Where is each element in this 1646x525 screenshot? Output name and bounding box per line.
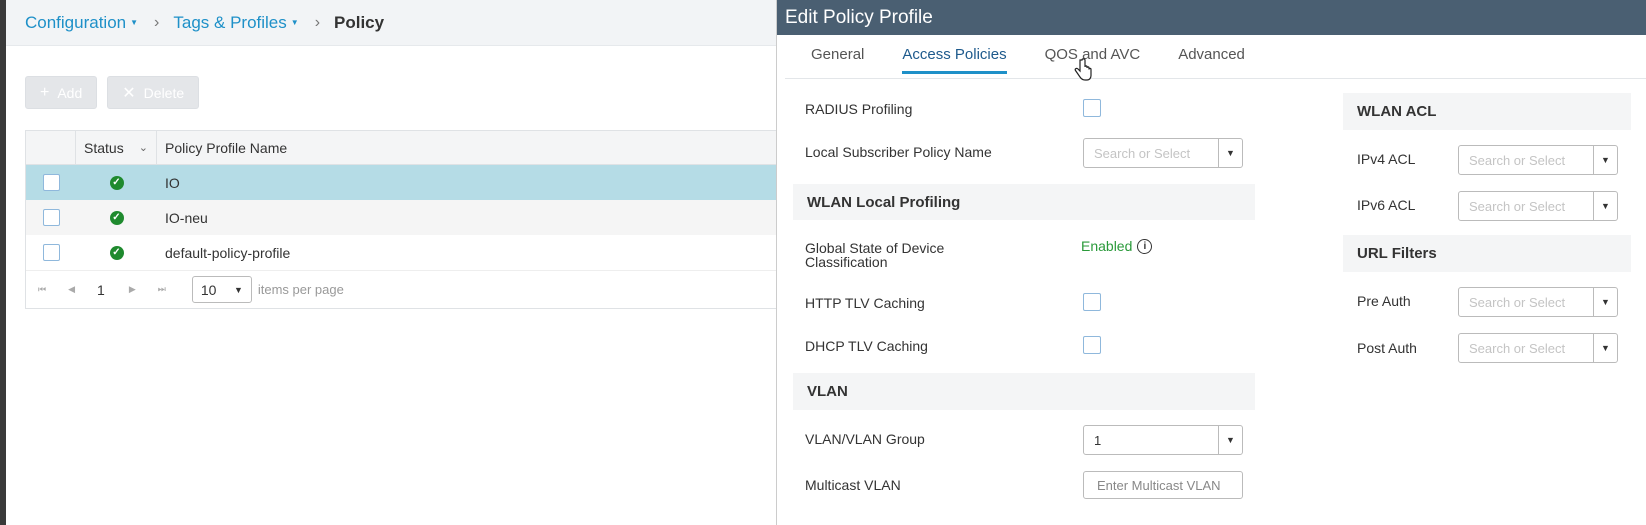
post-auth-placeholder: Search or Select bbox=[1469, 340, 1566, 356]
table-row[interactable]: ✓ IO bbox=[26, 165, 776, 200]
radius-profiling-label: RADIUS Profiling bbox=[805, 101, 913, 117]
status-column-header[interactable]: Status ⌄ bbox=[76, 131, 157, 164]
ipv6-acl-label: IPv6 ACL bbox=[1357, 197, 1416, 213]
global-state-value: Enabled i bbox=[1081, 238, 1153, 254]
next-page-icon[interactable]: ▶ bbox=[129, 284, 136, 295]
panel-title: Edit Policy Profile bbox=[777, 0, 1646, 35]
last-page-icon[interactable]: ⏭ bbox=[158, 284, 166, 295]
plus-icon: + bbox=[40, 83, 50, 101]
page-size-select[interactable]: 10 ▼ bbox=[191, 276, 252, 303]
breadcrumb-configuration[interactable]: Configuration ▼ bbox=[25, 13, 138, 33]
hand-cursor-icon bbox=[1074, 58, 1092, 81]
ipv6-acl-placeholder: Search or Select bbox=[1469, 198, 1566, 214]
toolbar: + Add ✕ Delete bbox=[25, 76, 200, 109]
row-name: IO-neu bbox=[165, 209, 208, 226]
check-circle-icon: ✓ bbox=[109, 210, 124, 225]
breadcrumb-tags-profiles[interactable]: Tags & Profiles ▼ bbox=[173, 13, 298, 33]
page-size-value: 10 bbox=[200, 281, 217, 298]
first-page-icon[interactable]: ⏮ bbox=[38, 284, 46, 295]
local-subscriber-select[interactable]: Search or Select ▼ bbox=[1083, 138, 1243, 168]
caret-down-icon: ▼ bbox=[1218, 139, 1242, 167]
post-auth-select[interactable]: Search or Select ▼ bbox=[1458, 333, 1618, 363]
caret-down-icon: ▼ bbox=[1593, 288, 1617, 316]
ipv4-acl-placeholder: Search or Select bbox=[1469, 152, 1566, 168]
breadcrumb-current: Policy bbox=[334, 12, 385, 32]
name-column-header[interactable]: Policy Profile Name bbox=[157, 140, 287, 156]
pre-auth-select[interactable]: Search or Select ▼ bbox=[1458, 287, 1618, 317]
ipv4-acl-label: IPv4 ACL bbox=[1357, 151, 1416, 167]
http-tlv-checkbox[interactable] bbox=[1083, 293, 1101, 311]
wlan-acl-section: WLAN ACL bbox=[1343, 93, 1631, 130]
caret-down-icon: ▼ bbox=[1593, 192, 1617, 220]
add-button[interactable]: + Add bbox=[25, 76, 98, 109]
ipv6-acl-select[interactable]: Search or Select ▼ bbox=[1458, 191, 1618, 221]
local-subscriber-label: Local Subscriber Policy Name bbox=[805, 144, 992, 160]
caret-down-icon: ▼ bbox=[1593, 146, 1617, 174]
breadcrumb: Configuration ▼ › Tags & Profiles ▼ › Poli… bbox=[6, 0, 776, 46]
pre-auth-label: Pre Auth bbox=[1357, 293, 1411, 309]
tab-qos-avc[interactable]: QOS and AVC bbox=[1045, 46, 1141, 74]
global-state-label: Global State of Device Classification bbox=[805, 240, 945, 270]
row-checkbox[interactable] bbox=[42, 174, 60, 191]
tab-bar: General Access Policies QOS and AVC Adva… bbox=[811, 46, 1283, 74]
caret-down-icon: ▼ bbox=[1593, 334, 1617, 362]
prev-page-icon[interactable]: ◀ bbox=[68, 284, 75, 295]
delete-label: Delete bbox=[143, 84, 185, 101]
global-state-text: Enabled bbox=[1081, 238, 1133, 254]
table-row[interactable]: ✓ IO-neu bbox=[26, 200, 776, 235]
row-name: IO bbox=[165, 174, 180, 191]
table-row[interactable]: ✓ default-policy-profile bbox=[26, 235, 776, 270]
delete-button[interactable]: ✕ Delete bbox=[107, 76, 200, 109]
row-name: default-policy-profile bbox=[165, 244, 291, 261]
tab-access-policies[interactable]: Access Policies bbox=[902, 46, 1007, 74]
breadcrumb-tags-profiles-label: Tags & Profiles bbox=[173, 12, 287, 32]
breadcrumb-configuration-label: Configuration bbox=[25, 12, 127, 32]
table-header: Status ⌄ Policy Profile Name bbox=[26, 131, 776, 165]
chevron-right-icon: › bbox=[314, 13, 321, 31]
policy-page: Configuration ▼ › Tags & Profiles ▼ › Poli… bbox=[6, 0, 777, 525]
pre-auth-placeholder: Search or Select bbox=[1469, 294, 1566, 310]
items-per-page-label: items per page bbox=[257, 282, 344, 297]
caret-down-icon: ▼ bbox=[1218, 426, 1242, 454]
check-circle-icon: ✓ bbox=[109, 175, 124, 190]
post-auth-label: Post Auth bbox=[1357, 340, 1417, 356]
status-header-label: Status bbox=[84, 139, 124, 156]
chevron-right-icon: › bbox=[154, 13, 160, 31]
tab-advanced[interactable]: Advanced bbox=[1178, 46, 1245, 74]
dhcp-tlv-checkbox[interactable] bbox=[1083, 336, 1101, 354]
dhcp-tlv-label: DHCP TLV Caching bbox=[805, 338, 928, 354]
check-circle-icon: ✓ bbox=[109, 245, 124, 260]
vlan-group-select[interactable]: 1 ▼ bbox=[1083, 425, 1243, 455]
policy-profile-table: Status ⌄ Policy Profile Name ✓ IO ✓ IO-ne… bbox=[25, 130, 777, 309]
close-icon: ✕ bbox=[122, 84, 136, 102]
url-filters-section: URL Filters bbox=[1343, 235, 1631, 272]
row-checkbox[interactable] bbox=[42, 209, 60, 226]
vlan-section: VLAN bbox=[793, 373, 1255, 410]
edit-policy-profile-panel: Edit Policy Profile General Access Polic… bbox=[776, 0, 1646, 525]
wlan-local-profiling-section: WLAN Local Profiling bbox=[793, 184, 1255, 220]
caret-down-icon: ▼ bbox=[130, 18, 139, 27]
tab-general[interactable]: General bbox=[811, 46, 864, 74]
add-label: Add bbox=[57, 84, 83, 101]
current-page: 1 bbox=[97, 281, 105, 298]
pagination: ⏮ ◀ 1 ▶ ⏭ 10 ▼ items per page bbox=[26, 270, 776, 308]
radius-profiling-checkbox[interactable] bbox=[1083, 99, 1101, 117]
multicast-vlan-input[interactable]: Enter Multicast VLAN bbox=[1083, 471, 1243, 499]
info-icon[interactable]: i bbox=[1137, 238, 1153, 254]
row-checkbox[interactable] bbox=[42, 244, 60, 261]
caret-down-icon: ▼ bbox=[233, 284, 243, 295]
chevron-down-icon[interactable]: ⌄ bbox=[139, 141, 148, 154]
ipv4-acl-select[interactable]: Search or Select ▼ bbox=[1458, 145, 1618, 175]
http-tlv-label: HTTP TLV Caching bbox=[805, 295, 925, 311]
multicast-vlan-label: Multicast VLAN bbox=[805, 477, 901, 493]
vlan-group-value: 1 bbox=[1094, 432, 1102, 448]
tab-divider bbox=[785, 78, 1646, 79]
local-subscriber-placeholder: Search or Select bbox=[1094, 145, 1191, 161]
caret-down-icon: ▼ bbox=[290, 18, 299, 27]
vlan-group-label: VLAN/VLAN Group bbox=[805, 431, 925, 447]
header-checkbox-cell bbox=[26, 131, 76, 164]
